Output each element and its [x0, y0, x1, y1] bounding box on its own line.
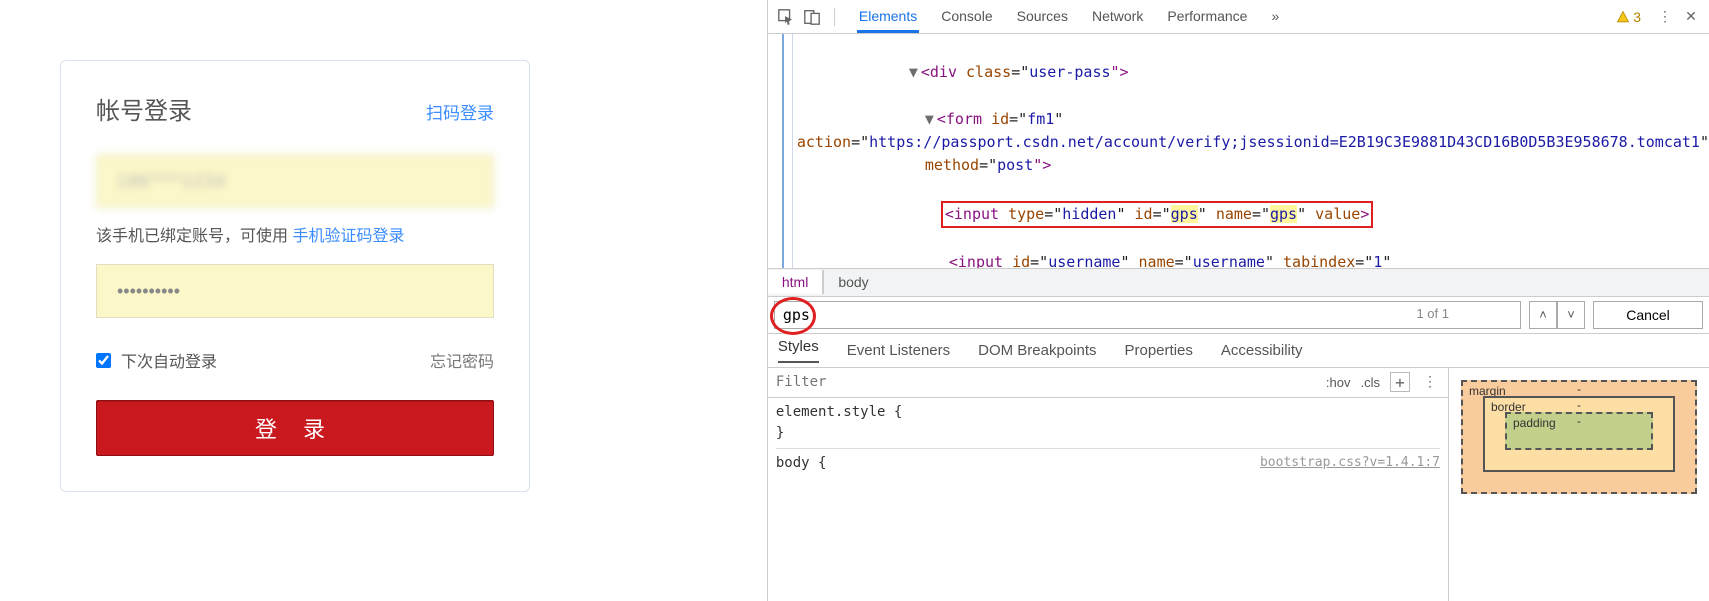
styles-subtabs: Styles Event Listeners DOM Breakpoints P…	[768, 334, 1709, 368]
tab-performance[interactable]: Performance	[1165, 0, 1249, 33]
login-options-row: 下次自动登录 忘记密码	[96, 348, 494, 372]
tab-console[interactable]: Console	[939, 0, 994, 33]
subtab-event-listeners[interactable]: Event Listeners	[847, 342, 950, 359]
username-input[interactable]	[96, 154, 494, 208]
login-button[interactable]: 登 录	[96, 400, 494, 456]
tab-network[interactable]: Network	[1090, 0, 1145, 33]
devtools-toolbar: Elements Console Sources Network Perform…	[768, 0, 1709, 34]
forgot-password-link[interactable]: 忘记密码	[430, 348, 494, 372]
tab-sources[interactable]: Sources	[1015, 0, 1070, 33]
styles-more-icon[interactable]: ⋮	[1420, 372, 1440, 392]
search-cancel-button[interactable]: Cancel	[1593, 301, 1703, 329]
rule-body-selector: body {	[776, 455, 827, 471]
web-page: 帐号登录 扫码登录 该手机已绑定账号，可使用 手机验证码登录 下次自动登录 忘记…	[0, 0, 767, 601]
hov-toggle[interactable]: :hov	[1326, 375, 1351, 390]
devtools-close-icon[interactable]: ✕	[1681, 7, 1701, 27]
subtab-styles[interactable]: Styles	[778, 338, 819, 363]
breadcrumb-body[interactable]: body	[823, 270, 882, 294]
separator	[834, 8, 835, 26]
css-rule-list[interactable]: element.style { } body { bootstrap.css?v…	[768, 398, 1448, 601]
elements-search-input[interactable]	[774, 301, 1521, 329]
box-padding: padding -	[1505, 412, 1653, 450]
highlighted-dom-node[interactable]: <input type="hidden" id="gps" name="gps"…	[941, 201, 1373, 228]
scan-login-link[interactable]: 扫码登录	[426, 99, 494, 124]
auto-login-label[interactable]: 下次自动登录	[96, 348, 217, 372]
rule-element-style: element.style {	[776, 402, 1440, 423]
device-icon	[803, 8, 821, 26]
search-prev-button[interactable]: ˄	[1529, 301, 1557, 329]
warning-count: 3	[1633, 9, 1641, 25]
sms-login-link[interactable]: 手机验证码登录	[292, 228, 404, 245]
login-title: 帐号登录	[96, 91, 192, 126]
tab-more[interactable]: »	[1269, 0, 1281, 33]
tab-elements[interactable]: Elements	[857, 0, 919, 33]
styles-filter-row: :hov .cls + ⋮	[768, 368, 1448, 398]
box-model: margin - border - padding -	[1449, 368, 1709, 601]
subtab-properties[interactable]: Properties	[1125, 342, 1193, 359]
inspect-icon[interactable]	[776, 7, 796, 27]
device-toggle-icon[interactable]	[802, 7, 822, 27]
rule-source-link[interactable]: bootstrap.css?v=1.4.1:7	[1260, 453, 1440, 473]
elements-search-bar: 1 of 1 ˄˅ Cancel	[768, 296, 1709, 334]
cursor-box-icon	[777, 8, 795, 26]
search-next-button[interactable]: ˅	[1557, 301, 1585, 329]
dom-breadcrumb: html body	[768, 268, 1709, 296]
password-input[interactable]	[96, 264, 494, 318]
subtab-accessibility[interactable]: Accessibility	[1221, 342, 1303, 359]
auto-login-checkbox[interactable]	[96, 353, 111, 368]
devtools-menu-icon[interactable]: ⋮	[1655, 7, 1675, 27]
warning-indicator[interactable]: 3	[1616, 9, 1641, 25]
box-margin: margin - border - padding -	[1461, 380, 1697, 494]
hint-text: 该手机已绑定账号，可使用	[96, 228, 292, 245]
login-card: 帐号登录 扫码登录 该手机已绑定账号，可使用 手机验证码登录 下次自动登录 忘记…	[60, 60, 530, 492]
dom-tree[interactable]: ▼<div class="user-pass"> ▼<form id="fm1"…	[793, 34, 1709, 268]
phone-bound-hint: 该手机已绑定账号，可使用 手机验证码登录	[96, 222, 494, 246]
devtools-tab-strip: Elements Console Sources Network Perform…	[857, 0, 1610, 33]
devtools-panel: Elements Console Sources Network Perform…	[767, 0, 1709, 601]
new-style-rule-button[interactable]: +	[1390, 372, 1410, 392]
elements-gutter	[768, 34, 793, 268]
box-border: border - padding -	[1483, 396, 1675, 472]
breadcrumb-html[interactable]: html	[768, 270, 823, 294]
styles-pane: :hov .cls + ⋮ element.style { } body { b…	[768, 368, 1709, 601]
elements-panel: ▼<div class="user-pass"> ▼<form id="fm1"…	[768, 34, 1709, 268]
subtab-dom-breakpoints[interactable]: DOM Breakpoints	[978, 342, 1096, 359]
auto-login-text: 下次自动登录	[121, 348, 217, 372]
cls-toggle[interactable]: .cls	[1361, 375, 1381, 390]
styles-rules: :hov .cls + ⋮ element.style { } body { b…	[768, 368, 1449, 601]
styles-filter-input[interactable]	[776, 374, 1316, 390]
search-nav: ˄˅	[1529, 301, 1585, 329]
login-header: 帐号登录 扫码登录	[96, 91, 494, 126]
warning-icon	[1616, 10, 1630, 24]
